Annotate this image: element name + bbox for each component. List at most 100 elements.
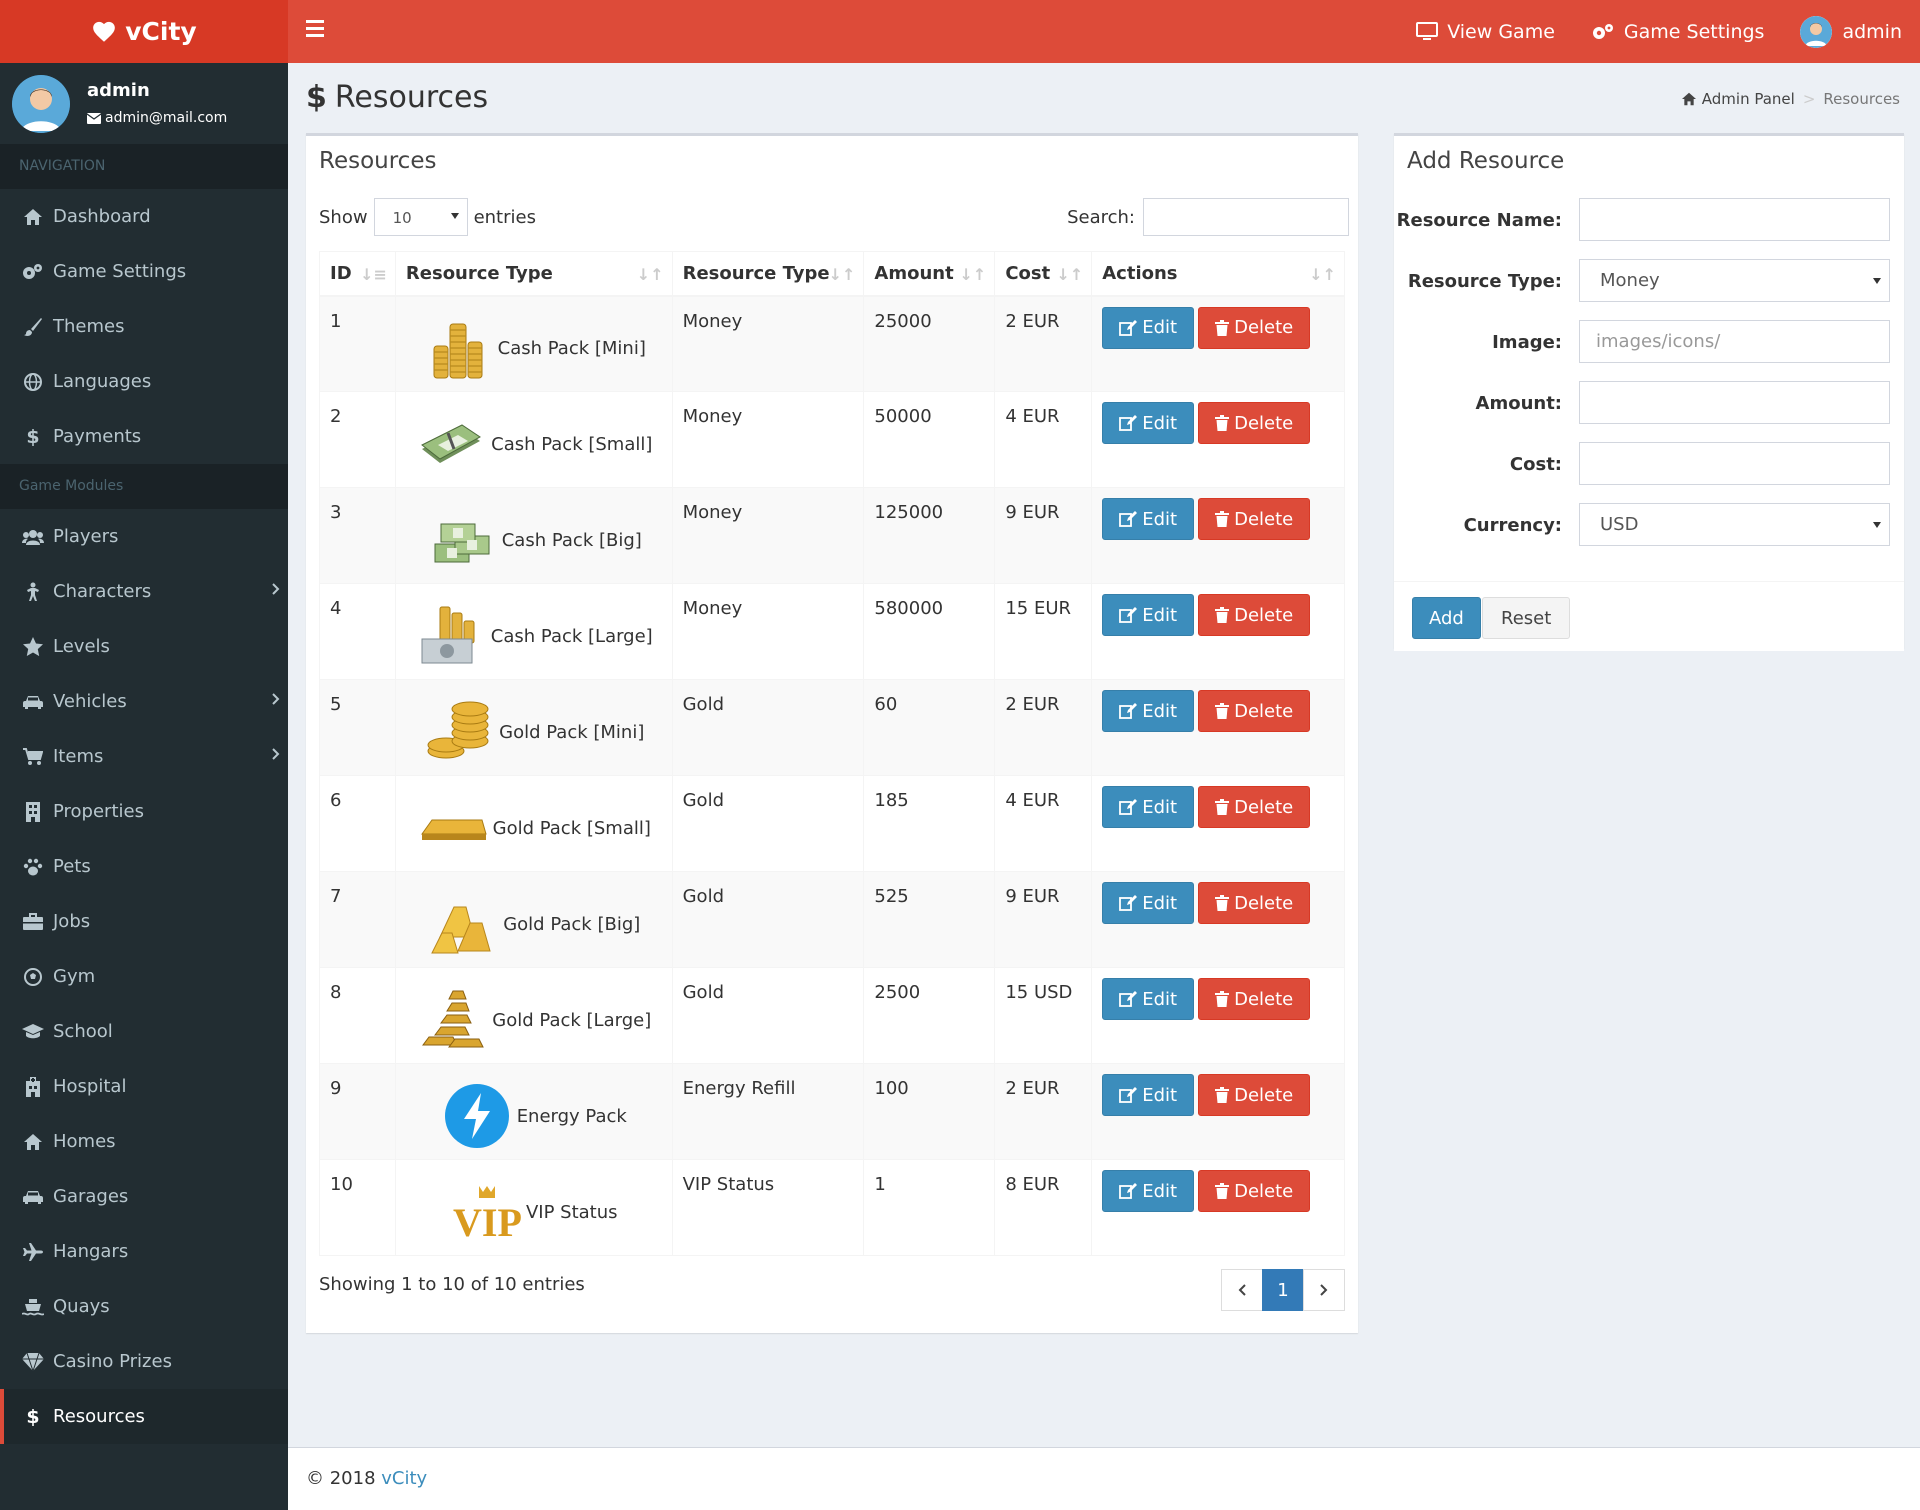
edit-icon bbox=[1119, 607, 1138, 623]
view-game-link[interactable]: View Game bbox=[1416, 21, 1555, 43]
edit-button[interactable]: Edit bbox=[1102, 882, 1195, 924]
sidebar-item-label: School bbox=[53, 1021, 113, 1042]
sidebar-item-casino-prizes[interactable]: Casino Prizes bbox=[0, 1334, 288, 1389]
sidebar-item-label: Garages bbox=[53, 1186, 129, 1207]
column-header-resource-type[interactable]: Resource Type ↓↑ bbox=[671, 251, 865, 297]
pagination-next[interactable] bbox=[1303, 1269, 1345, 1311]
resource-name: Cash Pack [Large] bbox=[490, 625, 653, 647]
sidebar-item-quays[interactable]: Quays bbox=[0, 1279, 288, 1334]
sidebar-item-players[interactable]: Players bbox=[0, 509, 288, 564]
edit-button[interactable]: Edit bbox=[1102, 498, 1195, 540]
amount-input[interactable] bbox=[1579, 381, 1890, 424]
child-icon bbox=[22, 581, 44, 603]
sidebar-item-label: Vehicles bbox=[53, 691, 127, 712]
resource-name: Cash Pack [Mini] bbox=[497, 338, 646, 359]
page-title-text: Resources bbox=[334, 80, 489, 115]
search-input[interactable] bbox=[1143, 198, 1349, 236]
sidebar-item-pets[interactable]: Pets bbox=[0, 839, 288, 894]
edit-button[interactable]: Edit bbox=[1102, 690, 1195, 732]
page-length-select[interactable]: 10 bbox=[373, 198, 468, 236]
edit-button[interactable]: Edit bbox=[1102, 306, 1195, 349]
chevron-left-icon bbox=[1238, 1284, 1246, 1296]
user-panel: admin admin@mail.com bbox=[0, 63, 288, 144]
cell-id: 3 bbox=[319, 487, 396, 584]
sidebar-item-vehicles[interactable]: Vehicles bbox=[0, 674, 288, 729]
column-header-actions[interactable]: Actions ↓↑ bbox=[1091, 251, 1345, 297]
sidebar-item-characters[interactable]: Characters bbox=[0, 564, 288, 619]
reset-button[interactable]: Reset bbox=[1482, 597, 1571, 639]
sidebar-item-jobs[interactable]: Jobs bbox=[0, 894, 288, 949]
edit-button[interactable]: Edit bbox=[1102, 1074, 1195, 1116]
cell-id: 2 bbox=[319, 391, 396, 488]
sidebar-item-gym[interactable]: Gym bbox=[0, 949, 288, 1004]
delete-label: Delete bbox=[1234, 317, 1294, 338]
delete-button[interactable]: Delete bbox=[1198, 594, 1311, 636]
resource-name-input[interactable] bbox=[1579, 198, 1890, 241]
sidebar-item-hospital[interactable]: Hospital bbox=[0, 1059, 288, 1114]
add-resource-box: Add Resource Resource Name: Resource Typ… bbox=[1394, 133, 1904, 651]
sidebar-item-label: Dashboard bbox=[53, 206, 151, 227]
home-icon bbox=[1681, 92, 1696, 106]
table-row: 7 Gold Pack [Big] Gold 525 9 EUR Edit De… bbox=[319, 871, 1345, 968]
form-row-cost: Cost: bbox=[1394, 442, 1904, 486]
plane-icon bbox=[22, 1241, 44, 1263]
soccer-ball-icon bbox=[22, 966, 44, 988]
currency-select[interactable]: USD bbox=[1579, 503, 1890, 546]
column-header-resource-name[interactable]: Resource Type ↓↑ bbox=[394, 251, 673, 297]
delete-button[interactable]: Delete bbox=[1198, 498, 1311, 540]
edit-button[interactable]: Edit bbox=[1102, 978, 1195, 1020]
column-header-cost[interactable]: Cost ↓↑ bbox=[994, 251, 1093, 297]
column-header-id[interactable]: ID ↓≡ bbox=[319, 251, 396, 297]
pagination-page[interactable]: 1 bbox=[1262, 1269, 1304, 1311]
sidebar-item-garages[interactable]: Garages bbox=[0, 1169, 288, 1224]
add-button[interactable]: Add bbox=[1412, 597, 1481, 639]
delete-button[interactable]: Delete bbox=[1198, 402, 1311, 444]
delete-button[interactable]: Delete bbox=[1198, 306, 1311, 349]
cost-input[interactable] bbox=[1579, 442, 1890, 485]
form-row-type: Resource Type: Money bbox=[1394, 259, 1904, 303]
sidebar-item-payments[interactable]: $ Payments bbox=[0, 409, 288, 464]
edit-button[interactable]: Edit bbox=[1102, 402, 1195, 444]
sidebar-toggle-icon[interactable] bbox=[306, 20, 324, 38]
sidebar-item-items[interactable]: Items bbox=[0, 729, 288, 784]
sidebar-item-resources[interactable]: $ Resources bbox=[0, 1389, 288, 1444]
edit-button[interactable]: Edit bbox=[1102, 786, 1195, 828]
sidebar-item-levels[interactable]: Levels bbox=[0, 619, 288, 674]
game-settings-link[interactable]: Game Settings bbox=[1591, 21, 1764, 43]
avatar bbox=[12, 75, 70, 133]
resource-name: Cash Pack [Big] bbox=[501, 529, 642, 551]
delete-button[interactable]: Delete bbox=[1198, 786, 1311, 828]
sidebar-item-school[interactable]: School bbox=[0, 1004, 288, 1059]
box-title: Add Resource bbox=[1407, 148, 1565, 174]
delete-button[interactable]: Delete bbox=[1198, 1170, 1311, 1212]
datatable-controls: Show 10 entries Search: bbox=[319, 198, 1349, 236]
breadcrumb-home[interactable]: Admin Panel bbox=[1702, 90, 1795, 108]
delete-button[interactable]: Delete bbox=[1198, 690, 1311, 732]
sidebar-item-themes[interactable]: Themes bbox=[0, 299, 288, 354]
delete-button[interactable]: Delete bbox=[1198, 882, 1311, 924]
pagination-prev[interactable] bbox=[1221, 1269, 1263, 1311]
sidebar-item-game-settings[interactable]: Game Settings bbox=[0, 244, 288, 299]
sidebar-item-properties[interactable]: Properties bbox=[0, 784, 288, 839]
delete-button[interactable]: Delete bbox=[1198, 1074, 1311, 1116]
delete-button[interactable]: Delete bbox=[1198, 978, 1311, 1020]
trash-icon bbox=[1215, 703, 1230, 719]
edit-button[interactable]: Edit bbox=[1102, 1170, 1195, 1212]
image-input[interactable]: images/icons/ bbox=[1579, 320, 1890, 363]
sidebar-item-hangars[interactable]: Hangars bbox=[0, 1224, 288, 1279]
sidebar-item-dashboard[interactable]: Dashboard bbox=[0, 189, 288, 244]
column-header-amount[interactable]: Amount ↓↑ bbox=[863, 251, 996, 297]
sidebar-item-languages[interactable]: Languages bbox=[0, 354, 288, 409]
sidebar-item-homes[interactable]: Homes bbox=[0, 1114, 288, 1169]
cell-resource-name: Cash Pack [Mini] bbox=[394, 295, 673, 392]
building-icon bbox=[22, 801, 44, 823]
footer-brand-link[interactable]: vCity bbox=[381, 1468, 427, 1489]
delete-label: Delete bbox=[1234, 892, 1294, 914]
edit-button[interactable]: Edit bbox=[1102, 594, 1195, 636]
cell-actions: Edit Delete bbox=[1091, 1063, 1345, 1160]
app-logo[interactable]: vCity bbox=[0, 0, 288, 63]
user-menu[interactable]: admin bbox=[1800, 15, 1902, 48]
currency-label: Currency: bbox=[1463, 515, 1562, 536]
resources-table-box: Resources Show 10 entries Search: ID ↓≡ R… bbox=[306, 133, 1358, 1333]
resource-type-select[interactable]: Money bbox=[1579, 259, 1890, 302]
